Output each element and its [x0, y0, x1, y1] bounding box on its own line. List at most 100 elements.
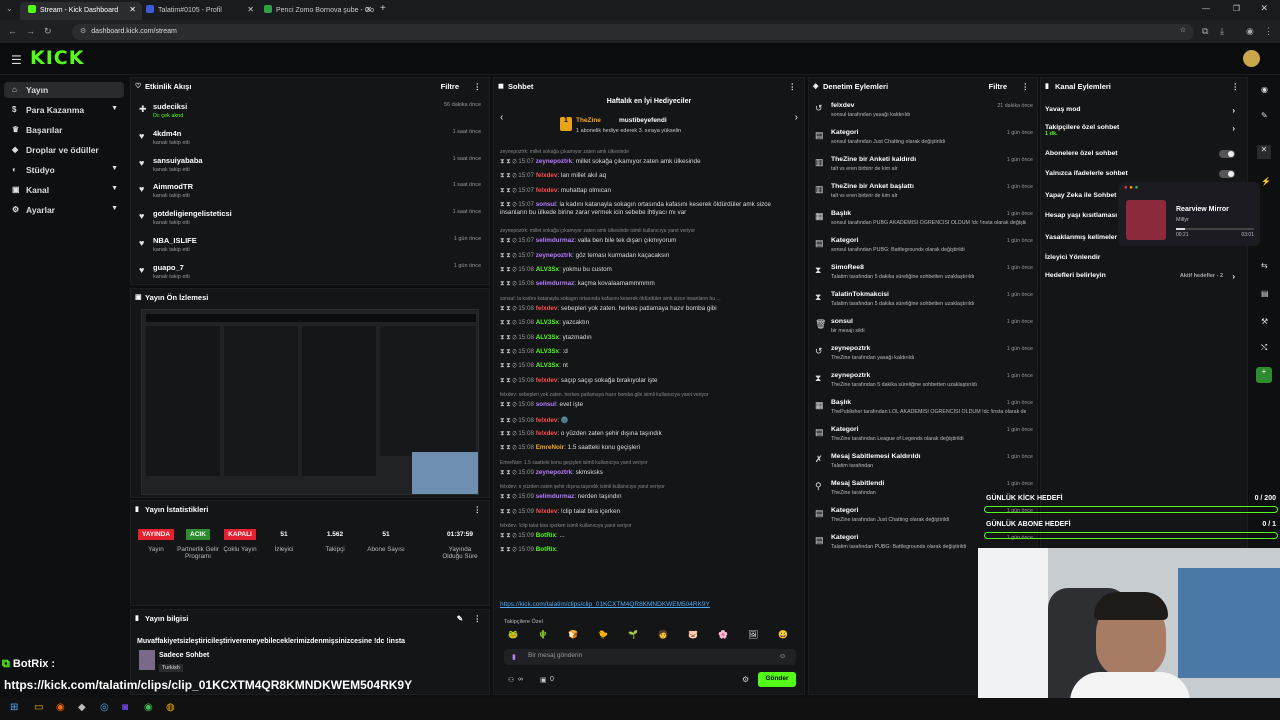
bookmark-star-icon[interactable]: ☆ — [1180, 26, 1186, 34]
file-explorer-icon[interactable]: ▭ — [34, 702, 43, 713]
message-username[interactable]: felxdev — [536, 305, 558, 312]
emote-icon[interactable]: 🌱 — [628, 630, 638, 639]
more-options-icon[interactable]: ⋮ — [1232, 82, 1240, 91]
channel-action-item[interactable]: İzleyici Yönlendir — [1045, 254, 1235, 268]
discord-icon[interactable]: ◙ — [122, 702, 128, 713]
points-icon[interactable]: ⚇ — [508, 676, 514, 684]
message-username[interactable]: felxdev — [536, 430, 558, 437]
mod-actions-icon[interactable]: ⧗ ⧗ ⊘ — [500, 172, 518, 179]
chat-message[interactable]: ⧗ ⧗ ⊘ 15:07 zeynepoztrk: millet sokağa ç… — [500, 158, 790, 170]
profile-icon[interactable]: ◉ — [1246, 26, 1254, 37]
sidebar-item-droplar[interactable]: ◆ Droplar ve ödüller — [4, 142, 124, 158]
address-bar[interactable]: ⚙ dashboard.kick.com/stream ☆ — [72, 24, 1194, 40]
add-widget-icon[interactable]: + — [1256, 367, 1272, 383]
activity-item[interactable]: ✚ sudeciksi Dc çek aknd 56 dakika önce — [139, 102, 481, 128]
window-dot-icon[interactable]: ● ● ● — [1124, 185, 1138, 191]
message-username[interactable]: ALV3Sx — [536, 348, 559, 355]
clipboard-icon[interactable]: ▤ — [1261, 289, 1269, 298]
chat-settings-icon[interactable]: ⚙ — [742, 675, 749, 684]
toggle-switch[interactable] — [1219, 150, 1235, 158]
mod-actions-icon[interactable]: ⧗ ⧗ ⊘ — [500, 319, 518, 326]
extensions-icon[interactable]: ⧉ — [1202, 26, 1208, 37]
channel-action-item[interactable]: Hedefleri belirleyin Aktif hedefler - 2 › — [1045, 272, 1235, 286]
message-username[interactable]: BotRix — [536, 546, 556, 553]
activity-item[interactable]: ♥ AimmodTR kanalı takip etti 1 saat önce — [139, 182, 481, 208]
browser-tab-profile[interactable]: Talatim#0105 - Profil ✕ — [138, 2, 260, 20]
mod-actions-icon[interactable]: ⧗ ⧗ ⊘ — [500, 430, 518, 437]
wrench-icon[interactable]: ⚒ — [1261, 317, 1268, 326]
spotify-icon[interactable]: ◉ — [144, 702, 153, 713]
window-close-icon[interactable]: ✕ — [1260, 3, 1268, 14]
message-username[interactable]: felxdev — [536, 508, 558, 515]
track-progress-bar[interactable] — [1176, 228, 1254, 230]
info-icon[interactable]: ◉ — [1261, 85, 1268, 94]
message-username[interactable]: zeynepoztrk — [536, 252, 572, 259]
chat-message[interactable]: ⧗ ⧗ ⊘ 15:08 ALV3Sx: yokmu bu custom — [500, 266, 790, 278]
moderation-item[interactable]: ⧗ zeynepoztrk TheZine tarafından 5 dakik… — [813, 372, 1033, 398]
message-username[interactable]: sonsul — [536, 201, 556, 208]
chat-input[interactable]: Bir mesaj gönderin — [504, 649, 796, 665]
moderation-item[interactable]: ▦ Başlık ThePublisher tarafından LOL AKA… — [813, 399, 1033, 425]
mod-actions-icon[interactable]: ⧗ ⧗ ⊘ — [500, 417, 518, 424]
mod-actions-icon[interactable]: ⧗ ⧗ ⊘ — [500, 532, 518, 539]
minimize-icon[interactable]: — — [1202, 4, 1210, 13]
chat-message[interactable]: ⧗ ⧗ ⊘ 15:08 EmreNoir: 1.5 saatteki konu … — [500, 444, 790, 456]
more-options-icon[interactable]: ⋮ — [1022, 82, 1030, 91]
channel-action-item[interactable]: Yavaş mod › — [1045, 106, 1235, 120]
emote-icon[interactable]: 🍞 — [568, 630, 578, 639]
chat-message[interactable]: ⧗ ⧗ ⊘ 15:08 ALV3Sx: :d — [500, 348, 790, 360]
message-username[interactable]: selimdurmaz — [536, 280, 575, 287]
moderation-item[interactable]: ▤ Kategori TheZine tarafından League of … — [813, 426, 1033, 452]
site-info-icon[interactable]: ⚙ — [80, 28, 86, 35]
sidebar-item-basarilar[interactable]: ♛ Başarılar — [4, 122, 124, 138]
edit-icon[interactable]: ✎ — [1261, 111, 1268, 120]
mod-actions-icon[interactable]: ⧗ ⧗ ⊘ — [500, 252, 518, 259]
emote-icon[interactable]: 🧑 — [658, 630, 668, 639]
message-username[interactable]: BotRix — [536, 532, 556, 539]
chat-message[interactable]: ⧗ ⧗ ⊘ 15:08 felxdev: o yüzden zaten şehi… — [500, 430, 790, 442]
browser-tab-maps[interactable]: Penci Zomo Bornova şube - Go ✕ — [256, 2, 378, 20]
reload-icon[interactable]: ↻ — [44, 26, 52, 37]
browser-tab-kick[interactable]: Stream - Kick Dashboard ✕ — [20, 2, 142, 20]
avatar[interactable] — [1243, 50, 1260, 67]
message-username[interactable]: ALV3Sx — [536, 319, 559, 326]
message-username[interactable]: selimdurmaz — [536, 237, 575, 244]
new-tab-button[interactable]: + — [380, 3, 386, 14]
mod-actions-icon[interactable]: ⧗ ⧗ ⊘ — [500, 187, 518, 194]
chat-message[interactable]: ⧗ ⧗ ⊘ 15:08 sonsul: evet işte — [500, 401, 790, 413]
message-username[interactable]: zeynepoztrk — [536, 469, 572, 476]
message-username[interactable]: ALV3Sx — [536, 362, 559, 369]
download-icon[interactable]: ⤓ — [1220, 26, 1224, 37]
maximize-icon[interactable]: ❐ — [1233, 4, 1240, 13]
forward-icon[interactable]: → — [26, 26, 35, 36]
stream-preview-video[interactable] — [141, 309, 479, 495]
mod-actions-icon[interactable]: ⧗ ⧗ ⊘ — [500, 546, 518, 553]
sidebar-item-ayarlar[interactable]: ⚙ Ayarlar ▼ — [4, 202, 124, 218]
more-options-icon[interactable]: ⋮ — [474, 82, 482, 91]
close-tab-icon[interactable]: ✕ — [129, 5, 136, 14]
message-username[interactable]: felxdev — [536, 377, 558, 384]
close-icon[interactable]: ✕ — [1257, 145, 1271, 159]
firefox-icon[interactable]: ◉ — [56, 702, 65, 713]
channel-action-item[interactable]: Abonelere özel sohbet — [1045, 150, 1235, 164]
chat-message[interactable]: ⧗ ⧗ ⊘ 15:08 felxdev: saçıp saçıp sokağa … — [500, 377, 790, 389]
emote-icon[interactable]: 🐤 — [598, 630, 608, 639]
emote-icon[interactable]: 🌵 — [538, 630, 548, 639]
message-username[interactable]: felxdev — [536, 172, 558, 179]
tab-search-icon[interactable]: ⌄ — [6, 4, 13, 13]
mod-actions-icon[interactable]: ⧗ ⧗ ⊘ — [500, 158, 518, 165]
mod-actions-icon[interactable]: ⧗ ⧗ ⊘ — [500, 348, 518, 355]
mod-actions-icon[interactable]: ⧗ ⧗ ⊘ — [500, 401, 518, 408]
moderation-item[interactable]: ▥ TheZine bir Anketi kaldırdı talt vs er… — [813, 156, 1033, 182]
mod-actions-icon[interactable]: ⧗ ⧗ ⊘ — [500, 201, 518, 208]
moderation-item[interactable]: ↺ zeynepoztrk TheZine tarafından yasağı … — [813, 345, 1033, 371]
filter-button[interactable]: Filtre — [441, 82, 459, 91]
chat-message[interactable]: ⧗ ⧗ ⊘ 15:08 felxdev: sebepleri yok zaten… — [500, 305, 790, 317]
message-username[interactable]: felxdev — [536, 417, 558, 424]
chevron-left-icon[interactable]: ‹ — [500, 112, 503, 123]
moderation-item[interactable]: ✗ Mesaj Sabitlemesi Kaldırıldı Talatim t… — [813, 453, 1033, 479]
chat-message[interactable]: ⧗ ⧗ ⊘ 15:07 felxdev: lan millet akıl aq — [500, 172, 790, 184]
moderation-item[interactable]: ↺ felxdev sonsul tarafından yasağı kaldı… — [813, 102, 1033, 128]
message-username[interactable]: ALV3Sx — [536, 334, 559, 341]
message-username[interactable]: felxdev — [536, 187, 558, 194]
